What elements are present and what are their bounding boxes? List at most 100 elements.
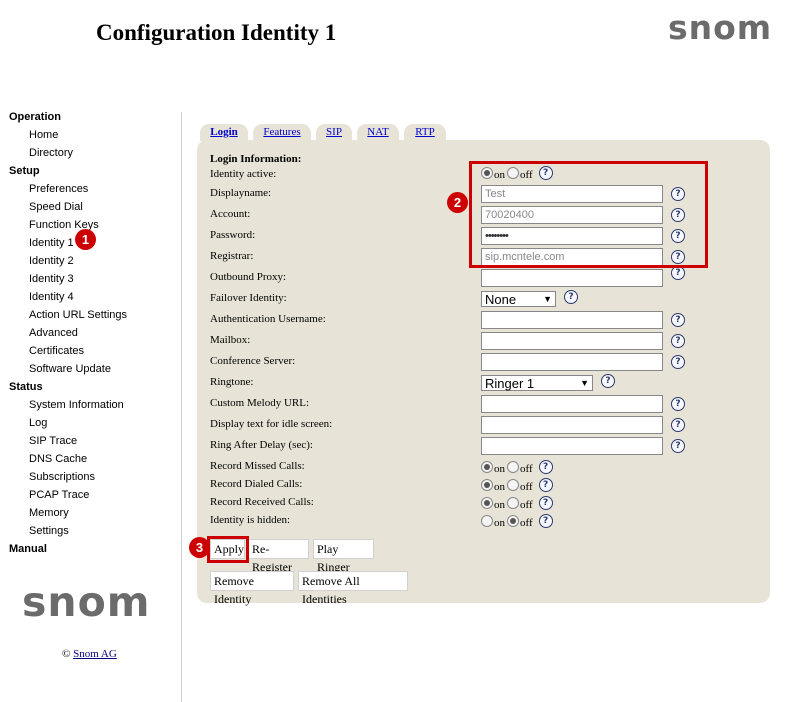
row-ring-after-delay: Ring After Delay (sec): ? (210, 436, 770, 456)
tab-rtp-link[interactable]: RTP (415, 126, 435, 138)
nav-item-identity-2[interactable]: Identity 2 (9, 254, 179, 272)
registrar-label: Registrar: (210, 250, 254, 262)
identity-hidden-label: Identity is hidden: (210, 514, 291, 526)
outbound-proxy-input[interactable] (481, 269, 663, 287)
annotation-badge-1: 1 (75, 229, 96, 250)
identity-hidden-on-radio[interactable] (481, 515, 493, 527)
snom-logo-sidebar: snom (22, 578, 151, 626)
custom-melody-url-label: Custom Melody URL: (210, 397, 310, 409)
nav-item-system-information[interactable]: System Information (9, 398, 179, 416)
remove-all-identities-button[interactable]: Remove All Identities (298, 571, 408, 606)
nav-item-directory[interactable]: Directory (9, 146, 179, 164)
tab-features[interactable]: Features (253, 124, 311, 141)
idle-display-text-label: Display text for idle screen: (210, 418, 333, 430)
radio-label-on: on (494, 463, 505, 475)
help-icon[interactable]: ? (671, 397, 685, 411)
sidebar-nav: Operation Home Directory Setup Preferenc… (9, 110, 179, 560)
account-label: Account: (210, 208, 251, 220)
nav-item-log[interactable]: Log (9, 416, 179, 434)
nav-item-sip-trace[interactable]: SIP Trace (9, 434, 179, 452)
record-missed-off-radio[interactable] (507, 461, 519, 473)
nav-group-manual[interactable]: Manual (9, 542, 179, 560)
ringtone-value: Ringer 1 (485, 375, 535, 391)
ring-after-delay-input[interactable] (481, 437, 663, 455)
help-icon[interactable]: ? (671, 355, 685, 369)
nav-item-software-update[interactable]: Software Update (9, 362, 179, 380)
row-identity-hidden: Identity is hidden: on off ? (210, 511, 770, 531)
annotation-highlight-login-fields (469, 161, 708, 268)
failover-identity-value: None (485, 291, 517, 307)
tab-nat-link[interactable]: NAT (367, 126, 388, 138)
nav-item-advanced[interactable]: Advanced (9, 326, 179, 344)
nav-group-operation[interactable]: Operation (9, 110, 179, 128)
help-icon[interactable]: ? (564, 290, 578, 304)
record-missed-on-radio[interactable] (481, 461, 493, 473)
nav-item-dns-cache[interactable]: DNS Cache (9, 452, 179, 470)
identity-hidden-off-radio[interactable] (507, 515, 519, 527)
radio-label-off: off (520, 463, 533, 475)
mailbox-label: Mailbox: (210, 334, 251, 346)
help-icon[interactable]: ? (538, 460, 553, 474)
record-received-off-radio[interactable] (507, 497, 519, 509)
row-idle-display-text: Display text for idle screen: ? (210, 415, 770, 435)
annotation-badge-3: 3 (189, 537, 210, 558)
record-dialed-off-radio[interactable] (507, 479, 519, 491)
help-icon[interactable]: ? (671, 418, 685, 432)
remove-identity-button[interactable]: Remove Identity (210, 571, 294, 606)
record-dialed-on-radio[interactable] (481, 479, 493, 491)
nav-item-preferences[interactable]: Preferences (9, 182, 179, 200)
help-icon[interactable]: ? (601, 374, 615, 388)
row-outbound-proxy: Outbound Proxy: ? (210, 266, 770, 288)
record-missed-calls-label: Record Missed Calls: (210, 460, 305, 472)
radio-label-off: off (520, 481, 533, 493)
custom-melody-url-input[interactable] (481, 395, 663, 413)
play-ringer-button[interactable]: Play Ringer (313, 539, 374, 574)
nav-item-identity-4[interactable]: Identity 4 (9, 290, 179, 308)
snom-ag-link[interactable]: Snom AG (73, 648, 117, 660)
nav-item-home[interactable]: Home (9, 128, 179, 146)
radio-label-on: on (494, 481, 505, 493)
nav-item-action-url-settings[interactable]: Action URL Settings (9, 308, 179, 326)
tab-nat[interactable]: NAT (357, 124, 399, 141)
nav-item-identity-3[interactable]: Identity 3 (9, 272, 179, 290)
copyright-symbol: © (62, 648, 71, 660)
nav-group-status[interactable]: Status (9, 380, 179, 398)
re-register-button[interactable]: Re-Register (248, 539, 309, 574)
failover-identity-select[interactable]: None ▼ (481, 291, 556, 307)
auth-username-input[interactable] (481, 311, 663, 329)
tab-sip[interactable]: SIP (316, 124, 352, 141)
help-icon[interactable]: ? (538, 478, 553, 492)
help-icon[interactable]: ? (538, 514, 553, 528)
nav-item-subscriptions[interactable]: Subscriptions (9, 470, 179, 488)
nav-group-setup[interactable]: Setup (9, 164, 179, 182)
section-title: Login Information: (210, 153, 302, 165)
annotation-highlight-apply (207, 536, 249, 563)
tab-rtp[interactable]: RTP (404, 124, 446, 141)
radio-label-on: on (494, 499, 505, 511)
idle-display-text-input[interactable] (481, 416, 663, 434)
nav-item-pcap-trace[interactable]: PCAP Trace (9, 488, 179, 506)
nav-item-memory[interactable]: Memory (9, 506, 179, 524)
chevron-down-icon: ▼ (580, 378, 589, 388)
mailbox-input[interactable] (481, 332, 663, 350)
help-icon[interactable]: ? (671, 334, 685, 348)
help-icon[interactable]: ? (538, 496, 553, 510)
page-title: Configuration Identity 1 (96, 20, 337, 45)
help-icon[interactable]: ? (671, 439, 685, 453)
tab-sip-link[interactable]: SIP (326, 126, 342, 138)
tab-features-link[interactable]: Features (263, 126, 300, 138)
record-dialed-calls-label: Record Dialed Calls: (210, 478, 303, 490)
help-icon[interactable]: ? (671, 313, 685, 327)
ringtone-select[interactable]: Ringer 1 ▼ (481, 375, 593, 391)
conference-server-label: Conference Server: (210, 355, 296, 367)
help-icon[interactable]: ? (671, 266, 685, 280)
tab-login[interactable]: Login (200, 124, 248, 141)
record-received-on-radio[interactable] (481, 497, 493, 509)
nav-item-settings[interactable]: Settings (9, 524, 179, 542)
copyright: © Snom AG (62, 648, 117, 660)
nav-item-certificates[interactable]: Certificates (9, 344, 179, 362)
tab-login-link[interactable]: Login (210, 126, 238, 138)
nav-item-speed-dial[interactable]: Speed Dial (9, 200, 179, 218)
row-record-received-calls: Record Received Calls: on off ? (210, 493, 770, 513)
conference-server-input[interactable] (481, 353, 663, 371)
